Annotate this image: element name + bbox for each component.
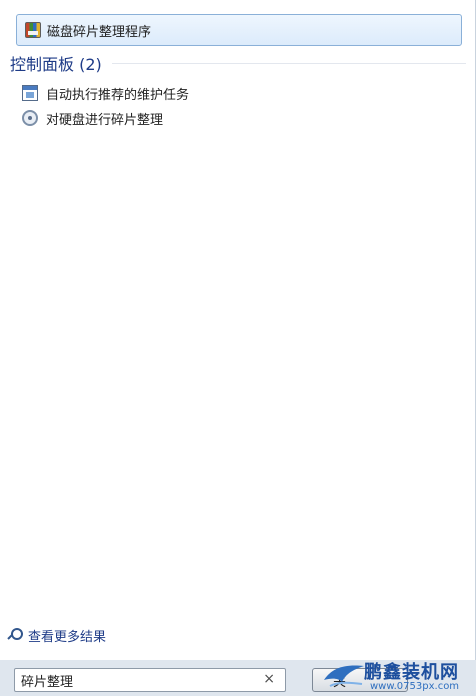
watermark-url: www.0753px.com bbox=[370, 681, 460, 692]
search-box[interactable]: × bbox=[14, 668, 286, 692]
more-results-label: 查看更多结果 bbox=[28, 629, 107, 645]
result-label: 对硬盘进行碎片整理 bbox=[46, 112, 164, 128]
result-maintenance-tasks[interactable]: 自动执行推荐的维护任务 bbox=[22, 82, 442, 104]
result-disk-defragmenter[interactable]: 磁盘碎片整理程序 bbox=[16, 14, 462, 46]
search-input[interactable] bbox=[21, 672, 241, 688]
search-icon bbox=[8, 628, 23, 642]
see-more-results-link[interactable]: 查看更多结果 bbox=[8, 624, 308, 646]
clear-search-icon[interactable]: × bbox=[263, 671, 275, 687]
control-panel-group-header[interactable]: 控制面板 (2) bbox=[10, 52, 466, 74]
watermark-bird-logo-icon bbox=[324, 665, 364, 687]
group-divider bbox=[111, 62, 466, 64]
watermark: 鹏鑫装机网 www.0753px.com bbox=[322, 658, 472, 694]
result-label: 自动执行推荐的维护任务 bbox=[46, 87, 190, 103]
maintenance-task-icon bbox=[22, 85, 38, 101]
group-title: 控制面板 (2) bbox=[10, 55, 102, 74]
defrag-task-icon bbox=[22, 110, 38, 126]
result-defrag-hard-disk[interactable]: 对硬盘进行碎片整理 bbox=[22, 107, 442, 129]
result-label: 磁盘碎片整理程序 bbox=[47, 24, 152, 40]
disk-defragmenter-icon bbox=[25, 22, 41, 38]
start-menu-results-panel: 磁盘碎片整理程序 控制面板 (2) 自动执行推荐的维护任务 对硬盘进行碎片整理 … bbox=[0, 0, 476, 660]
